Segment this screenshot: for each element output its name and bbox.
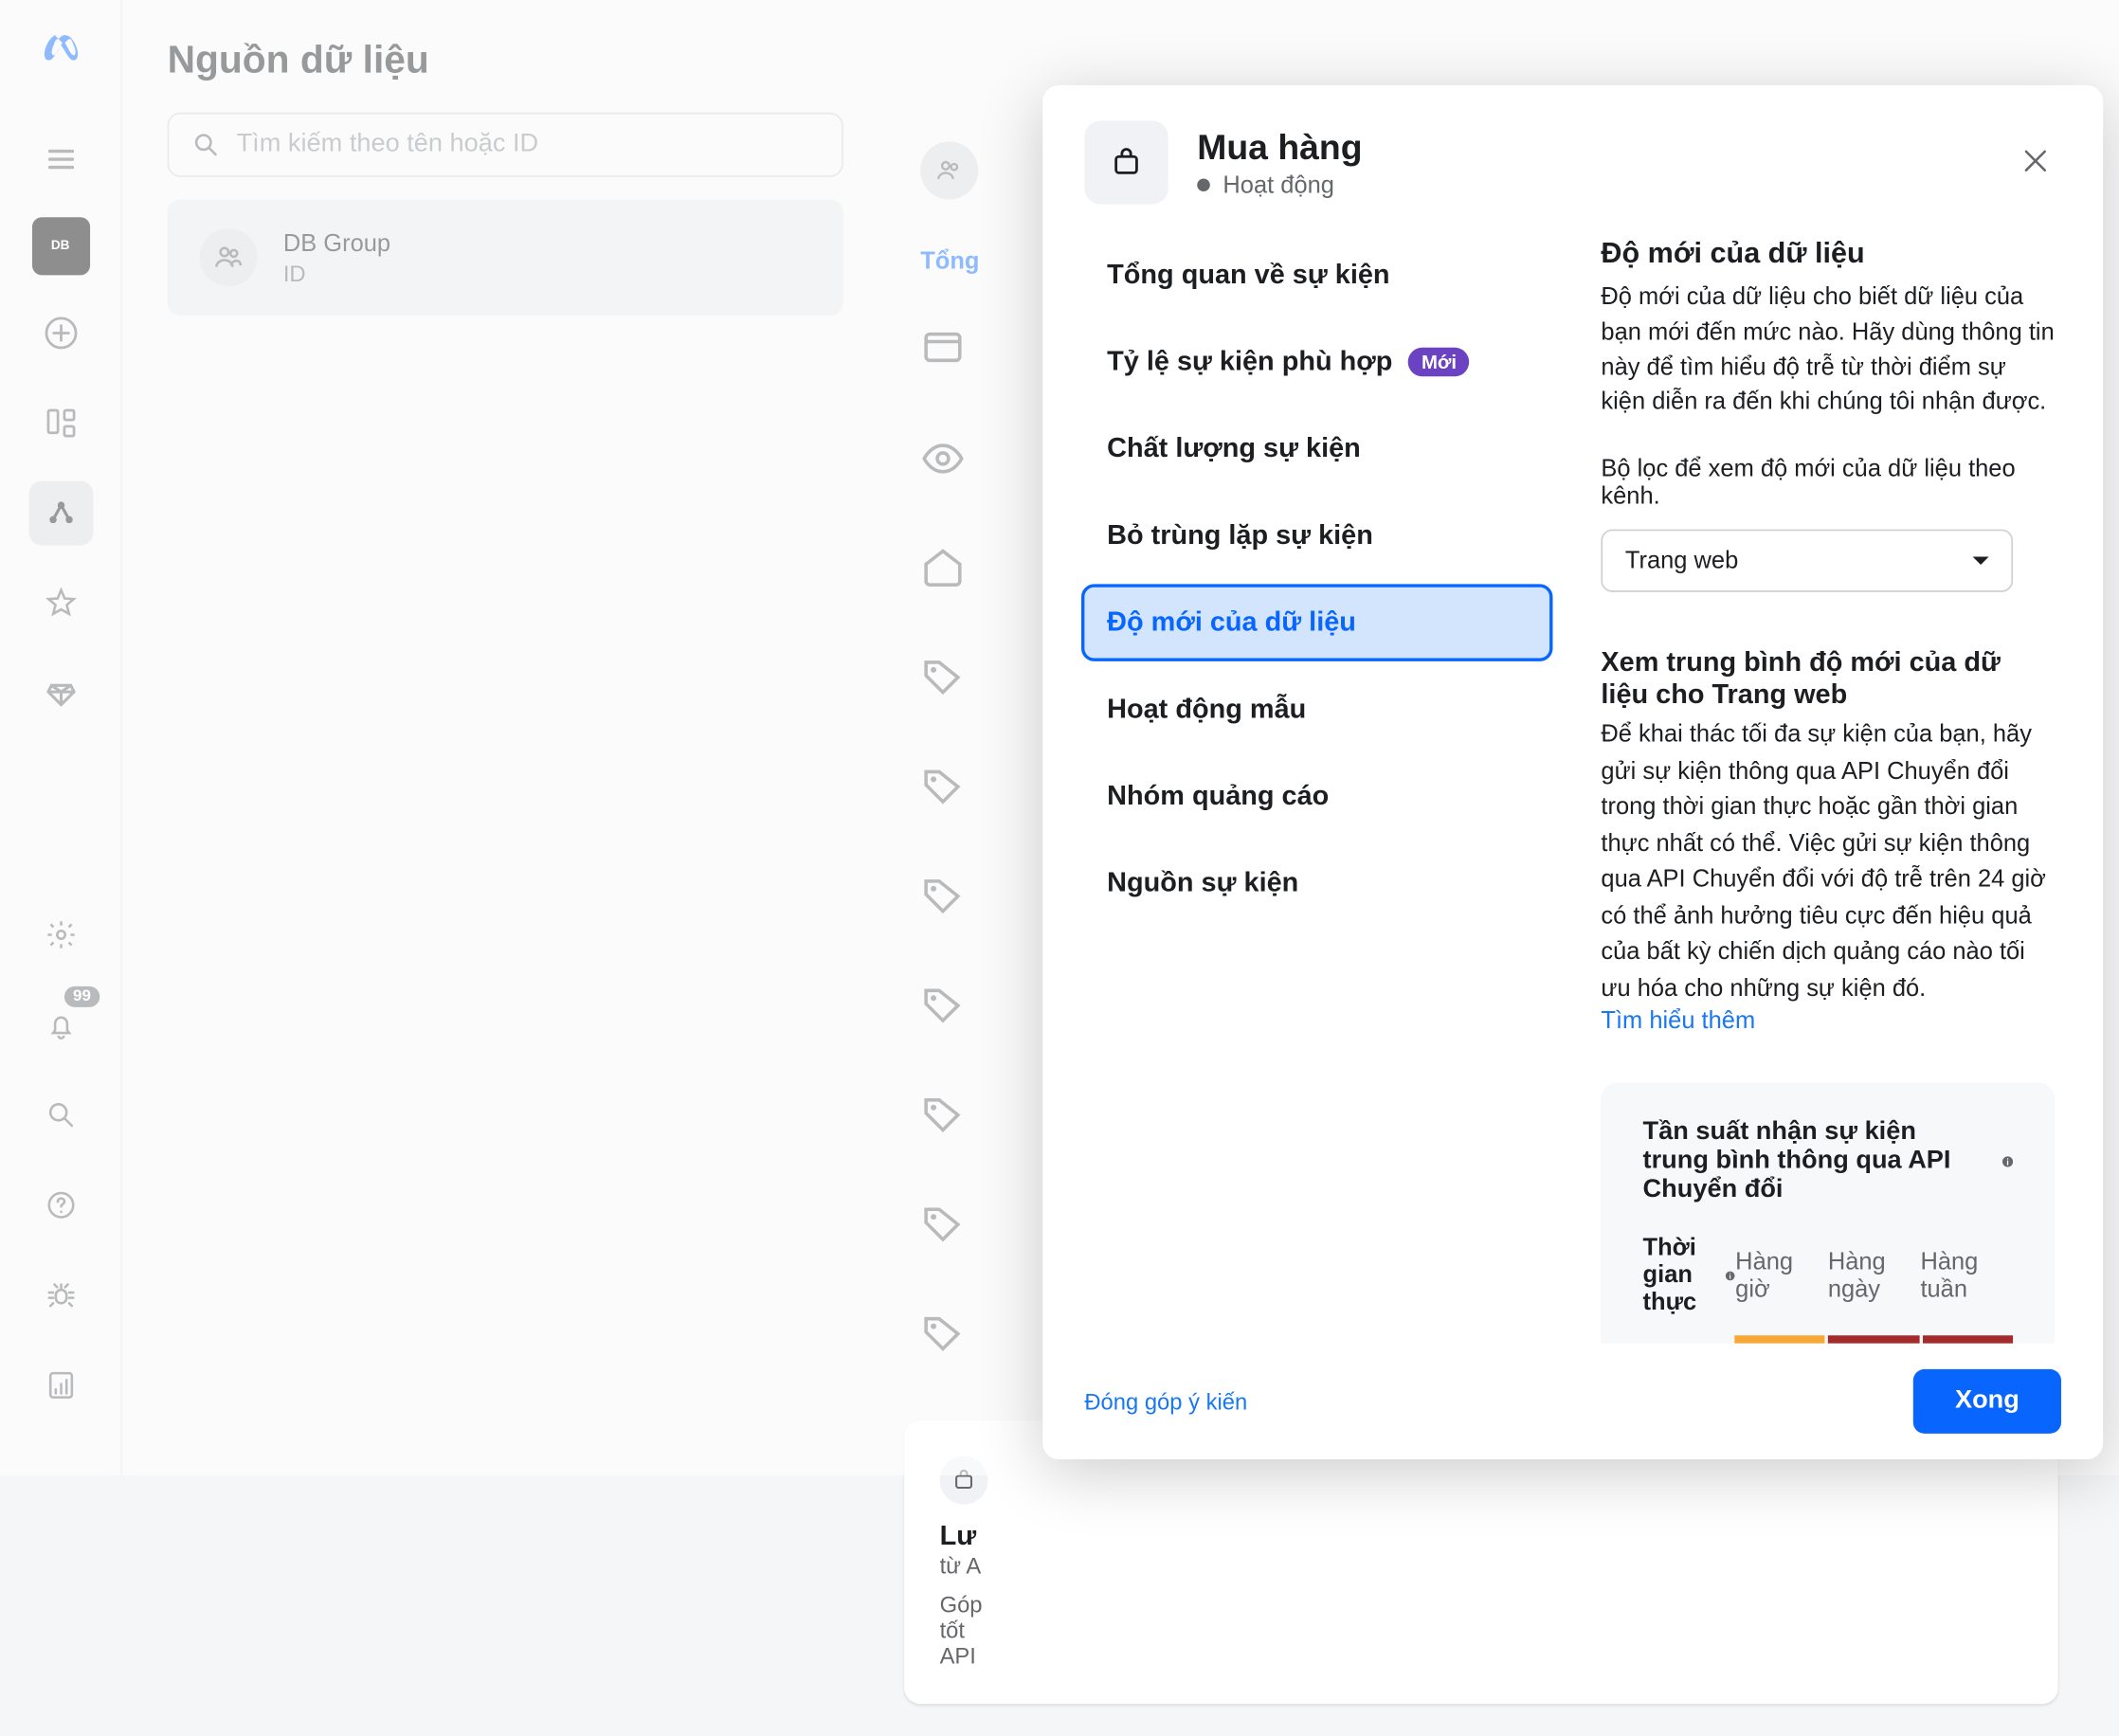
nav-quality[interactable]: Chất lượng sự kiện: [1081, 410, 1552, 487]
frequency-card: Tần suất nhận sự kiện trung bình thông q…: [1601, 1083, 2055, 1344]
nav-dedup[interactable]: Bỏ trùng lặp sự kiện: [1081, 497, 1552, 574]
panel-nav: Tổng quan về sự kiện Tỷ lệ sự kiện phù h…: [1042, 237, 1585, 1344]
panel-title: Mua hàng: [1197, 126, 1362, 168]
nav-sample[interactable]: Hoạt động mẫu: [1081, 671, 1552, 748]
feedback-link[interactable]: Đóng góp ý kiến: [1084, 1388, 1247, 1414]
done-button[interactable]: Xong: [1913, 1369, 2061, 1434]
frequency-bar: [1643, 1335, 2014, 1343]
section-title: Độ mới của dữ liệu: [1601, 237, 2055, 271]
dropdown-value: Trang web: [1625, 547, 1738, 574]
panel-header: Mua hàng Hoạt động: [1042, 85, 2103, 237]
filter-label: Bộ lọc để xem độ mới của dữ liệu theo kê…: [1601, 456, 2055, 511]
info-icon[interactable]: [1725, 1262, 1735, 1288]
close-icon: [2019, 144, 2052, 176]
new-badge: Mới: [1408, 348, 1469, 377]
frequency-title: Tần suất nhận sự kiện trung bình thông q…: [1643, 1118, 2014, 1205]
learn-more-link[interactable]: Tìm hiểu thêm: [1601, 1007, 2055, 1035]
panel-footer: Đóng góp ý kiến Xong: [1042, 1344, 2103, 1459]
info-icon[interactable]: [2001, 1148, 2013, 1174]
nav-freshness[interactable]: Độ mới của dữ liệu: [1081, 584, 1552, 660]
bag-icon: [1084, 120, 1168, 204]
freq-label-hourly: Hàng giờ: [1735, 1234, 1828, 1316]
channel-dropdown[interactable]: Trang web: [1601, 530, 2013, 592]
sub-description: Để khai thác tối đa sự kiện của bạn, hãy…: [1601, 717, 2055, 1007]
freq-label-weekly: Hàng tuần: [1920, 1234, 2013, 1316]
status-dot-icon: [1197, 178, 1210, 191]
nav-sources[interactable]: Nguồn sự kiện: [1081, 844, 1552, 921]
sub-title: Xem trung bình độ mới của dữ liệu cho Tr…: [1601, 647, 2055, 712]
freq-label-realtime: Thời gian thực: [1643, 1234, 1736, 1316]
panel-content: Độ mới của dữ liệu Độ mới của dữ liệu ch…: [1585, 237, 2103, 1344]
nav-overview[interactable]: Tổng quan về sự kiện: [1081, 237, 1552, 314]
chevron-down-icon: [1973, 556, 1989, 564]
nav-match-rate[interactable]: Tỷ lệ sự kiện phù hợpMới: [1081, 323, 1552, 400]
nav-adgroups[interactable]: Nhóm quảng cáo: [1081, 758, 1552, 835]
freq-label-daily: Hàng ngày: [1828, 1234, 1921, 1316]
panel-status: Hoạt động: [1197, 172, 1362, 199]
section-description: Độ mới của dữ liệu cho biết dữ liệu của …: [1601, 280, 2055, 420]
event-detail-panel: Mua hàng Hoạt động Tổng quan về sự kiện …: [1042, 85, 2103, 1459]
close-button[interactable]: [2010, 135, 2061, 190]
